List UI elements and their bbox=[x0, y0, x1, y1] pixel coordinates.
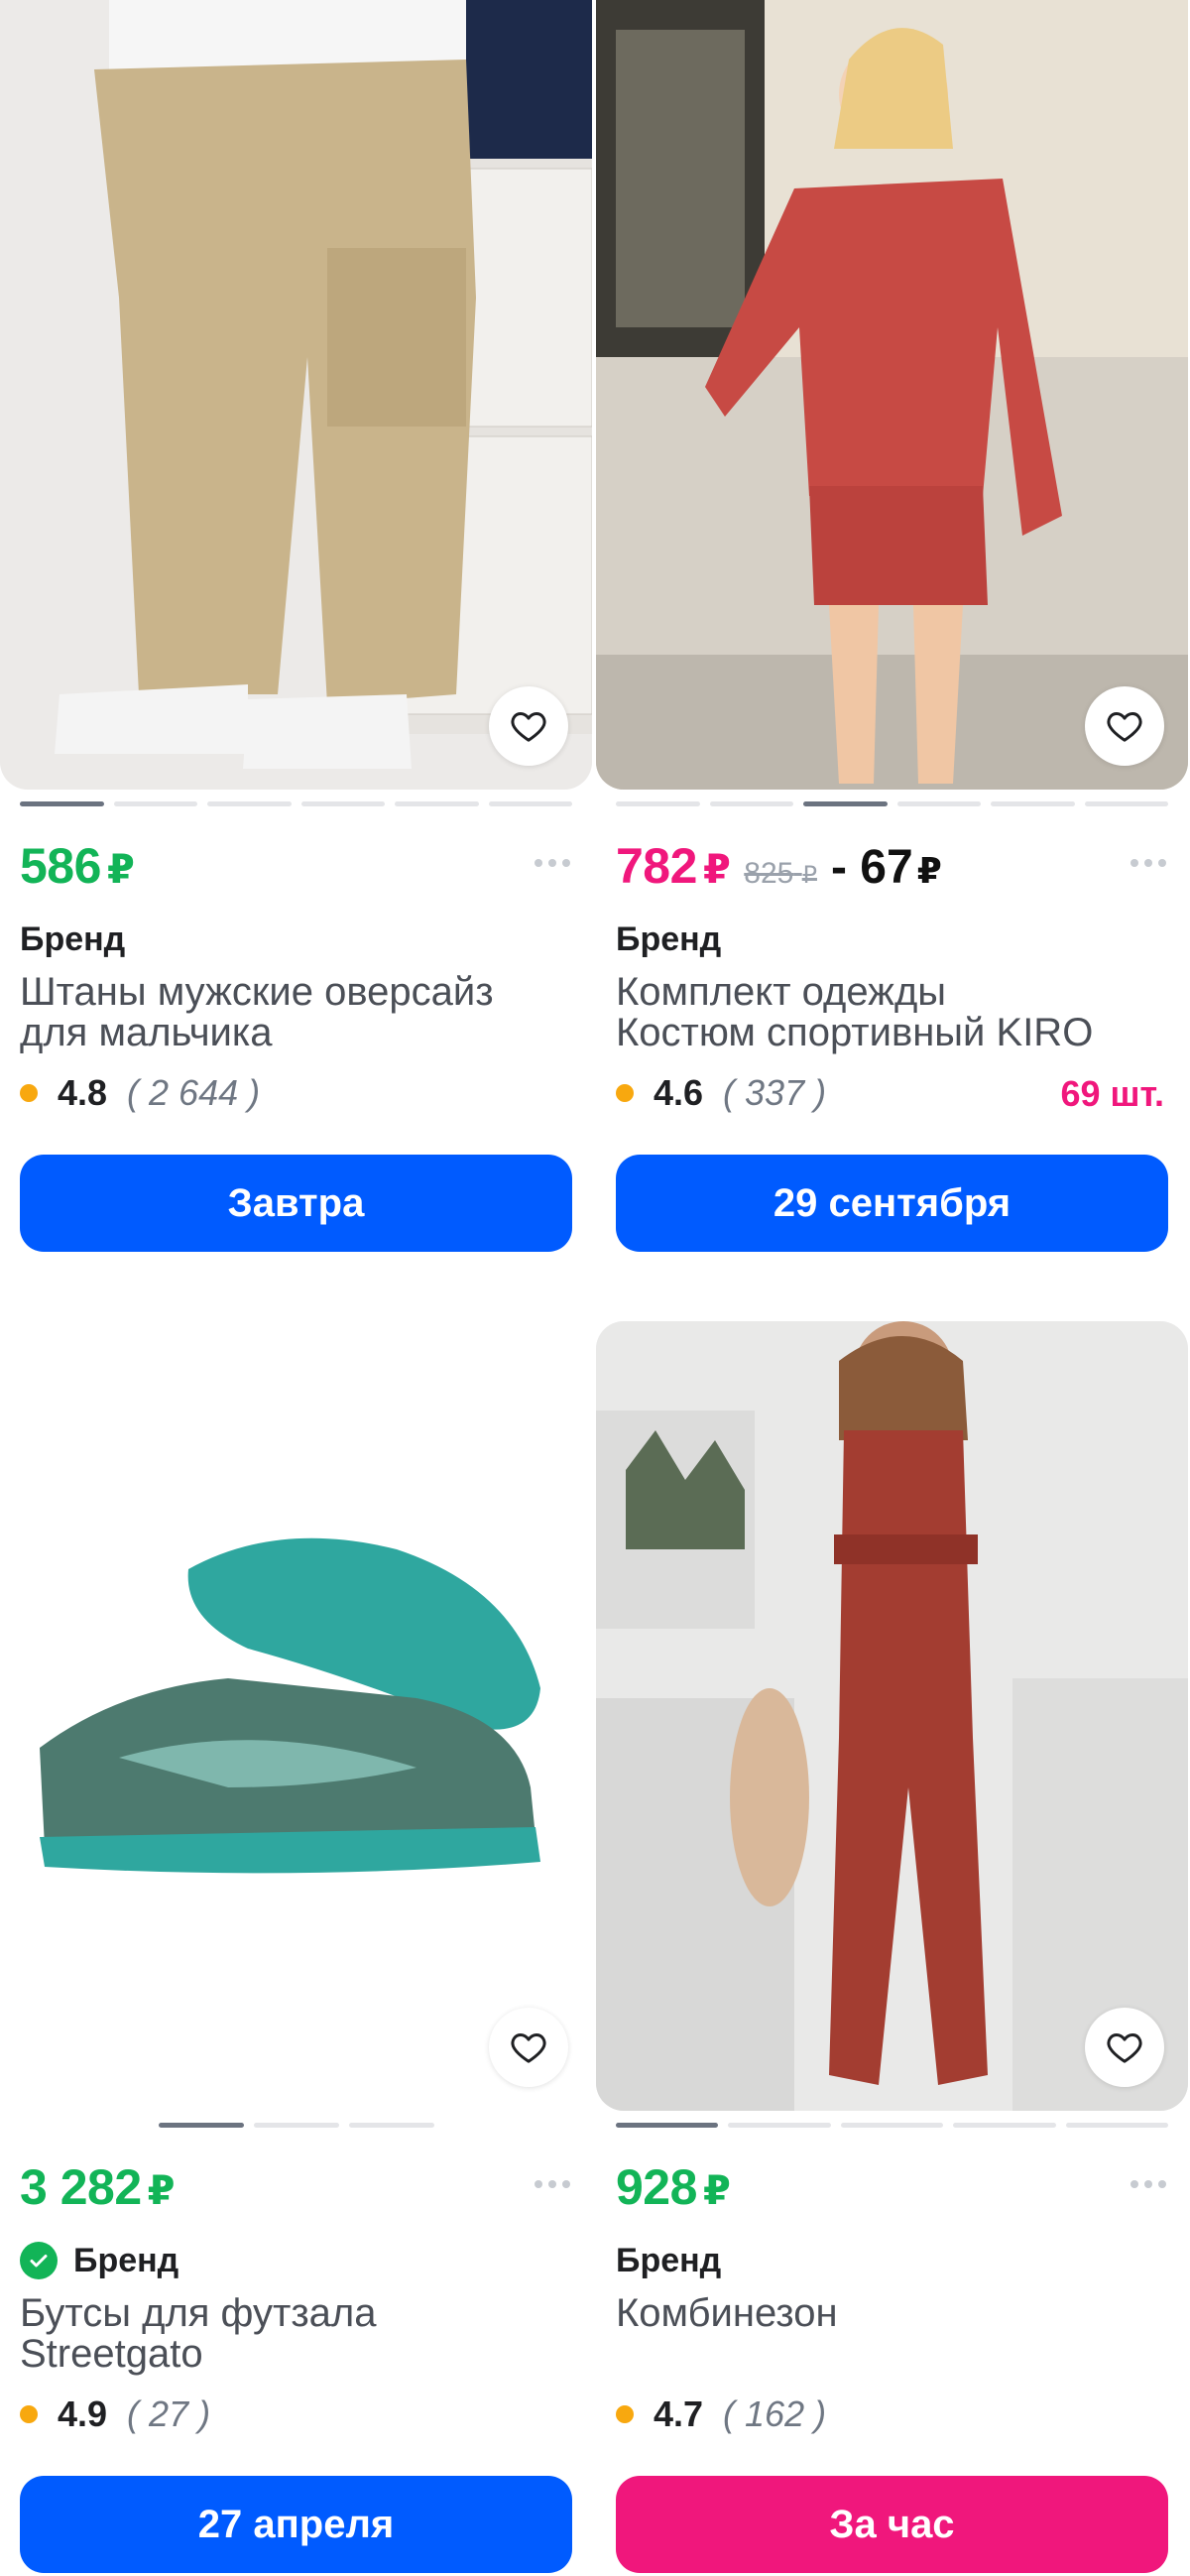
stock-count: 69 шт. bbox=[1060, 1073, 1164, 1114]
rating-value: 4.7 bbox=[654, 2393, 704, 2434]
image-pager bbox=[596, 790, 1188, 819]
favorite-button[interactable] bbox=[489, 2008, 568, 2087]
more-options-icon[interactable] bbox=[1130, 2180, 1166, 2188]
brand-row: Бренд bbox=[0, 2220, 592, 2285]
rating-row: 4.8 ( 2 644 ) bbox=[0, 1055, 592, 1117]
favorite-button[interactable] bbox=[489, 686, 568, 766]
product-grid: 586 ₽ Бренд Штаны мужские оверсайз для ма… bbox=[0, 0, 1190, 2576]
heart-outline-icon bbox=[1107, 712, 1142, 742]
rating-value: 4.9 bbox=[58, 2393, 108, 2434]
futsal-shoes-photo bbox=[0, 1321, 592, 2111]
review-count: ( 162 ) bbox=[723, 2393, 827, 2434]
favorite-button[interactable] bbox=[1085, 2008, 1164, 2087]
brand-name: Бренд bbox=[616, 920, 722, 958]
brand-name: Бренд bbox=[73, 2241, 179, 2279]
product-card[interactable]: 3 282 ₽ Бренд Бутсы для футзала Streetgat… bbox=[0, 1321, 592, 2573]
price: 782 ₽ bbox=[616, 838, 731, 894]
price: 586 ₽ bbox=[20, 838, 135, 894]
price: 928 ₽ bbox=[616, 2159, 731, 2215]
cargo-pants-photo bbox=[0, 0, 592, 790]
product-image[interactable] bbox=[0, 0, 592, 790]
delivery-button[interactable]: Завтра bbox=[20, 1155, 572, 1252]
favorite-button[interactable] bbox=[1085, 686, 1164, 766]
image-pager bbox=[596, 2111, 1188, 2141]
jumpsuit-photo bbox=[596, 1321, 1188, 2111]
brand-name: Бренд bbox=[616, 2241, 722, 2279]
review-count: ( 27 ) bbox=[127, 2393, 211, 2434]
review-count: ( 337 ) bbox=[723, 1072, 827, 1113]
heart-outline-icon bbox=[511, 712, 546, 742]
price-row: 782 ₽ 825 ₽ - 67 ₽ bbox=[596, 819, 1188, 899]
price: 3 282 ₽ bbox=[20, 2159, 175, 2215]
price-row: 928 ₽ bbox=[596, 2141, 1188, 2220]
rating-dot-icon bbox=[20, 1084, 38, 1102]
product-card[interactable]: 928 ₽ Бренд Комбинезон 4.7 ( 162 ) За час bbox=[596, 1321, 1188, 2573]
delivery-button[interactable]: 29 сентября bbox=[616, 1155, 1168, 1252]
product-title[interactable]: Штаны мужские оверсайз для мальчика bbox=[0, 964, 592, 1055]
more-options-icon[interactable] bbox=[1130, 859, 1166, 867]
rating-value: 4.6 bbox=[654, 1072, 704, 1113]
price-row: 586 ₽ bbox=[0, 819, 592, 899]
rating-row: 4.6 ( 337 ) 69 шт. bbox=[596, 1055, 1188, 1117]
rating-dot-icon bbox=[616, 1084, 634, 1102]
product-title[interactable]: Бутсы для футзала Streetgato bbox=[0, 2285, 592, 2377]
delivery-button[interactable]: 27 апреля bbox=[20, 2476, 572, 2573]
image-pager bbox=[0, 790, 592, 819]
rating-row: 4.7 ( 162 ) bbox=[596, 2377, 1188, 2438]
product-image[interactable] bbox=[596, 1321, 1188, 2111]
rating-row: 4.9 ( 27 ) bbox=[0, 2377, 592, 2438]
price-row: 3 282 ₽ bbox=[0, 2141, 592, 2220]
product-image[interactable] bbox=[0, 1321, 592, 2111]
discount: - 67 ₽ bbox=[830, 841, 942, 894]
heart-outline-icon bbox=[511, 2033, 546, 2063]
image-pager bbox=[0, 2111, 592, 2141]
heart-outline-icon bbox=[1107, 2033, 1142, 2063]
more-options-icon[interactable] bbox=[535, 2180, 570, 2188]
product-title[interactable]: Комбинезон bbox=[596, 2285, 1188, 2377]
product-title[interactable]: Комплект одежды Костюм спортивный KIRO bbox=[596, 964, 1188, 1055]
review-count: ( 2 644 ) bbox=[127, 1072, 261, 1113]
product-card[interactable]: 586 ₽ Бренд Штаны мужские оверсайз для ма… bbox=[0, 0, 592, 1252]
express-delivery-button[interactable]: За час bbox=[616, 2476, 1168, 2573]
rating-dot-icon bbox=[616, 2405, 634, 2423]
product-card[interactable]: 782 ₽ 825 ₽ - 67 ₽ Бренд Комплект одежды К… bbox=[596, 0, 1188, 1252]
tracksuit-photo bbox=[596, 0, 1188, 790]
brand-name: Бренд bbox=[20, 920, 126, 958]
verified-check-icon bbox=[20, 2242, 58, 2279]
product-image[interactable] bbox=[596, 0, 1188, 790]
rating-value: 4.8 bbox=[58, 1072, 108, 1113]
old-price: 825 ₽ bbox=[744, 857, 817, 890]
more-options-icon[interactable] bbox=[535, 859, 570, 867]
rating-dot-icon bbox=[20, 2405, 38, 2423]
